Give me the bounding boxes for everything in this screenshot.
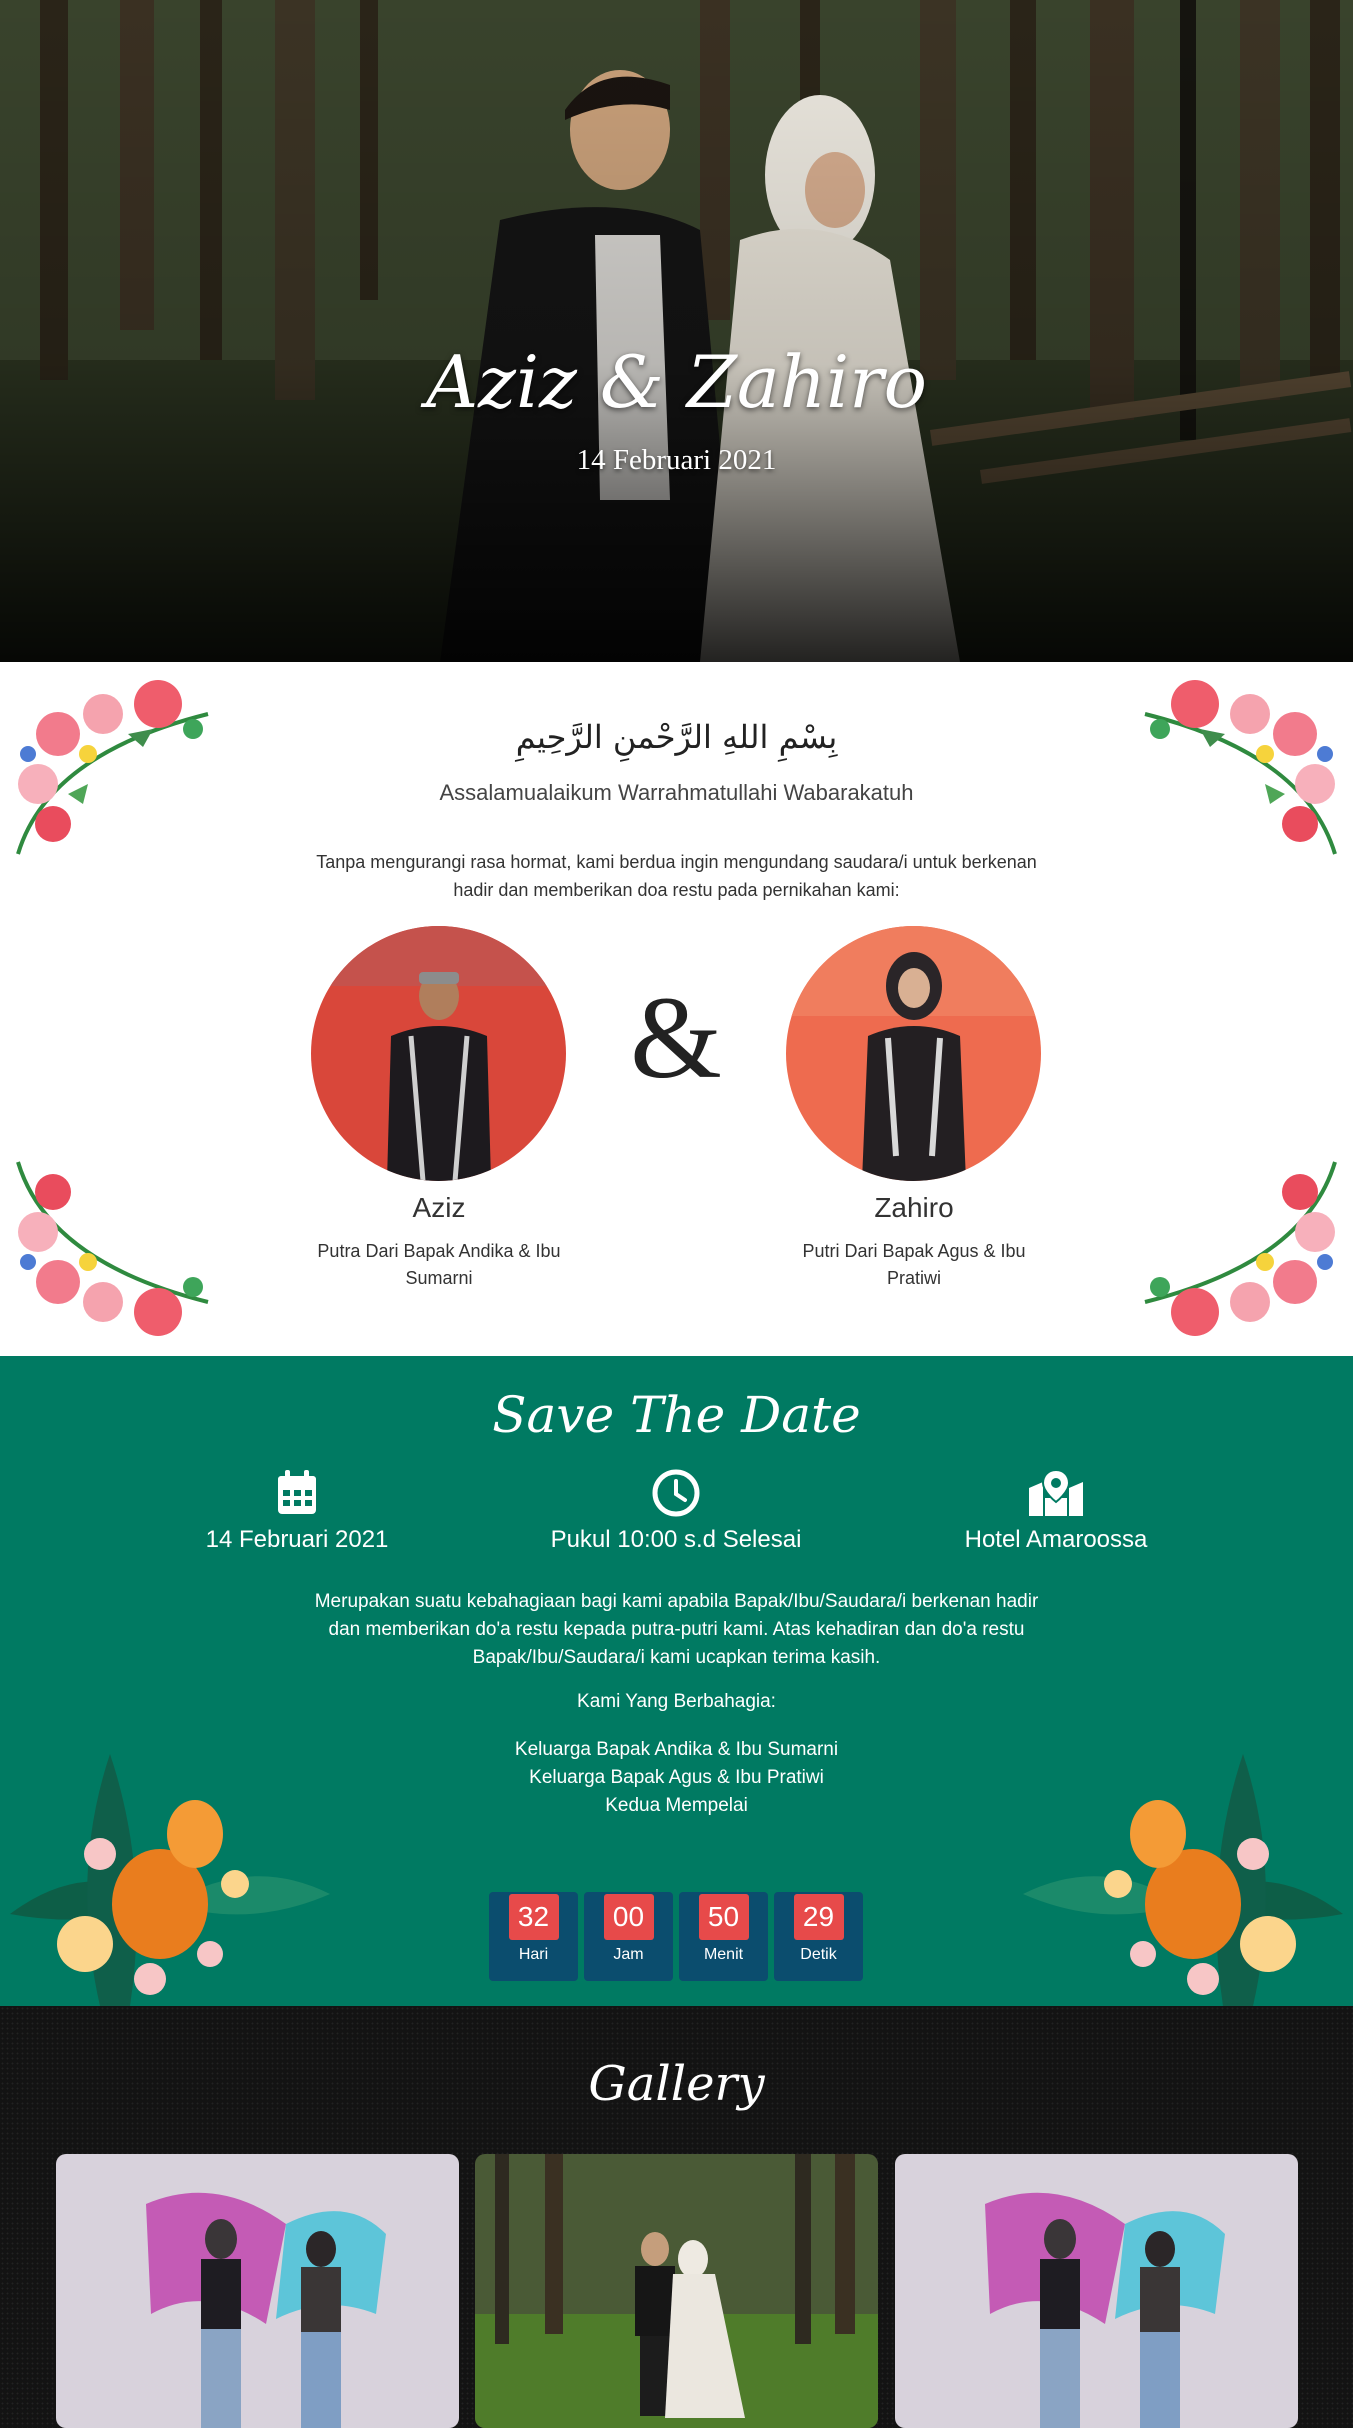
save-the-date-section: Save The Date 14 Februari 2021 Pukul 10:…	[0, 1356, 1353, 2006]
event-time-text: Pukul 10:00 s.d Selesai	[550, 1526, 802, 1553]
invitation-intro: Tanpa mengurangi rasa hormat, kami berdu…	[316, 852, 1037, 900]
flower-decoration-bottom-right-icon	[1144, 1161, 1337, 1336]
gallery-photo[interactable]	[56, 2154, 459, 2428]
event-date: 14 Februari 2021	[147, 1468, 447, 1554]
groom-name: Aziz	[412, 1192, 466, 1223]
countdown-hours: 00 Jam	[584, 1892, 673, 1981]
countdown-minutes-label: Menit	[703, 1946, 744, 1963]
clock-icon	[652, 1469, 700, 1517]
gallery-photo[interactable]	[895, 2154, 1298, 2428]
tropical-flower-left-icon	[10, 1754, 330, 2006]
countdown-minutes: 50 Menit	[679, 1892, 768, 1981]
invitation-message: Merupakan suatu kebahagiaan bagi kami ap…	[314, 1591, 1039, 1668]
event-date-text: 14 Februari 2021	[205, 1526, 389, 1553]
hero-background-image	[0, 0, 1353, 662]
gallery-title: Gallery	[588, 2056, 765, 2112]
event-venue[interactable]: Hotel Amaroossa	[906, 1468, 1206, 1554]
flower-decoration-bottom-left-icon	[16, 1161, 209, 1336]
event-venue-text: Hotel Amaroossa	[964, 1526, 1148, 1553]
couple-section: بِسْمِ اللهِ الرَّحْمنِ الرَّحِيمِ Assal…	[0, 662, 1353, 1356]
thanks-label: Kami Yang Berbahagia:	[577, 1691, 776, 1712]
countdown-days: 32 Hari	[489, 1892, 578, 1981]
wedding-date: 14 Februari 2021	[576, 444, 777, 476]
bride-name: Zahiro	[874, 1192, 954, 1223]
countdown-hours-value: 00	[603, 1894, 654, 1940]
groom-parents: Putra Dari Bapak Andika & Ibu Sumarni	[317, 1241, 561, 1288]
countdown-minutes-value: 50	[698, 1894, 749, 1940]
event-time: Pukul 10:00 s.d Selesai	[526, 1468, 826, 1554]
countdown-seconds: 29 Detik	[774, 1892, 863, 1981]
countdown-days-label: Hari	[518, 1946, 549, 1963]
ampersand: &	[630, 972, 722, 1103]
countdown-hours-label: Jam	[613, 1946, 644, 1963]
couple-title: Aziz & Zahiro	[426, 340, 927, 424]
countdown-timer: 32 Hari 00 Jam 50 Menit 29 Detik	[489, 1892, 863, 1981]
calendar-icon	[278, 1470, 316, 1514]
flower-decoration-top-left-icon	[16, 680, 209, 855]
flower-decoration-top-right-icon	[1144, 680, 1337, 855]
save-the-date-title: Save The Date	[492, 1386, 861, 1444]
tropical-flower-right-icon	[1023, 1754, 1343, 2006]
bride-portrait	[786, 926, 1041, 1181]
bride-parents: Putri Dari Bapak Agus & Ibu Pratiwi	[802, 1241, 1026, 1288]
gallery-photo[interactable]	[475, 2154, 878, 2428]
salam-text: Assalamualaikum Warrahmatullahi Wabaraka…	[439, 780, 914, 805]
countdown-seconds-value: 29	[793, 1894, 844, 1940]
countdown-days-value: 32	[508, 1894, 559, 1940]
bismillah-text: بِسْمِ اللهِ الرَّحْمنِ الرَّحِيمِ	[515, 718, 838, 756]
groom-portrait	[311, 926, 566, 1181]
gallery-section: Gallery	[0, 2006, 1353, 2428]
countdown-seconds-label: Detik	[800, 1946, 837, 1963]
hero-section: Aziz & Zahiro 14 Februari 2021	[0, 0, 1353, 662]
map-marker-icon	[1029, 1468, 1083, 1516]
